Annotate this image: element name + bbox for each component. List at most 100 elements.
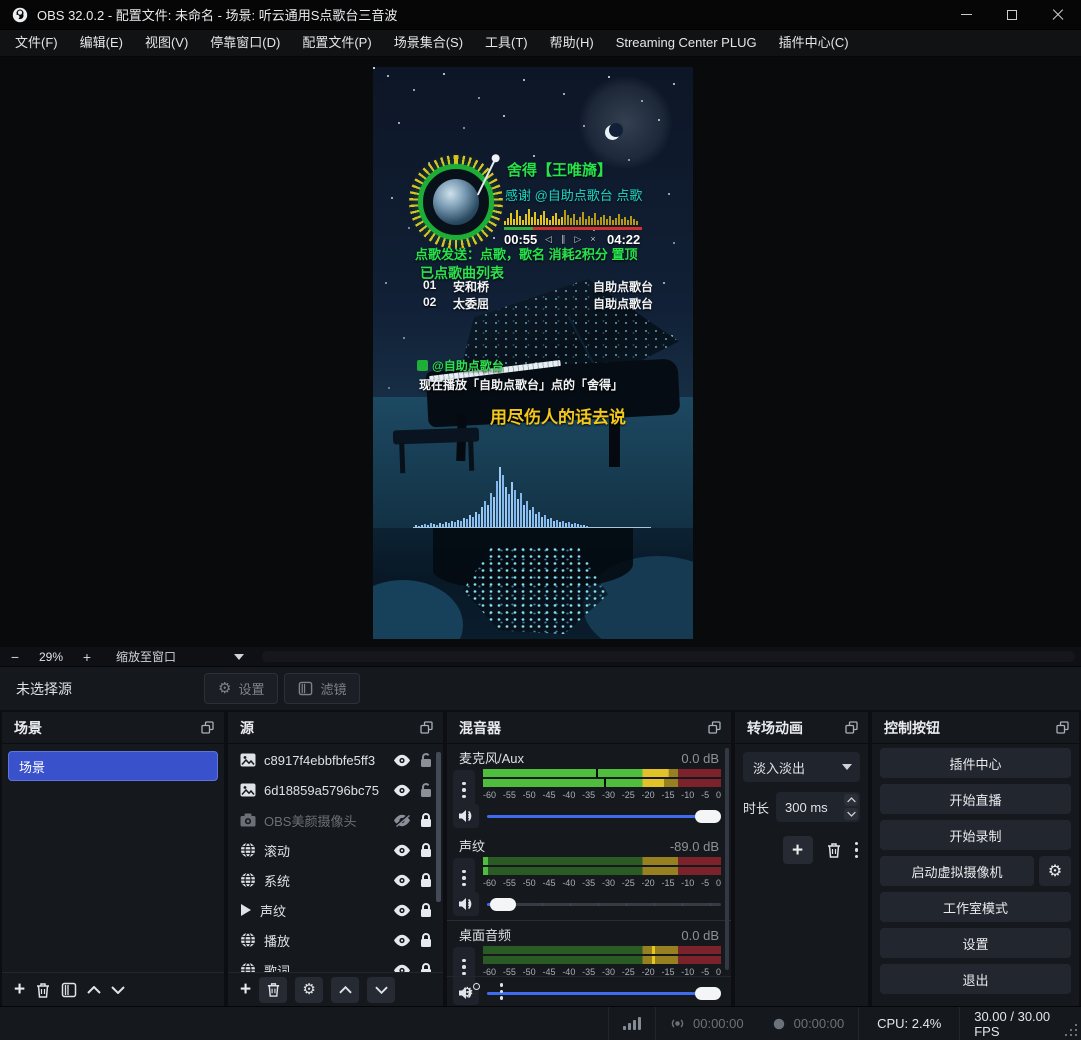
lock-icon[interactable] [419,872,433,888]
visibility-eye-icon[interactable] [393,844,411,857]
zoom-level: 29% [30,650,72,664]
volume-slider[interactable] [487,810,721,823]
close-button[interactable] [1035,0,1081,29]
add-scene-button[interactable]: + [14,980,25,999]
scene-item-selected[interactable]: 场景 [8,751,218,781]
popout-icon[interactable] [420,721,433,734]
minimize-button[interactable] [943,0,989,29]
start-virtual-camera-button[interactable]: 启动虚拟摄像机 [880,856,1034,886]
remove-scene-button[interactable] [35,982,51,998]
lock-icon[interactable] [419,842,433,858]
duration-decrease-button[interactable] [844,808,858,820]
lock-icon[interactable] [419,902,433,918]
remove-transition-button[interactable] [826,842,842,858]
lock-icon[interactable] [419,932,433,948]
volume-slider[interactable] [487,898,721,911]
duration-spinbox[interactable]: 300 ms [776,792,860,822]
transition-select[interactable]: 淡入淡出 [743,752,860,782]
preview-canvas[interactable]: 舍得【王唯旖】 感谢 @自助点歌台 点歌 00:55 ◁ ∥ ▷ × 04:22… [373,67,693,639]
advanced-audio-properties-button[interactable]: ⚙ [461,985,474,999]
menu-file[interactable]: 文件(F) [4,30,69,56]
menu-profile[interactable]: 配置文件(P) [291,30,382,56]
studio-mode-button[interactable]: 工作室模式 [880,892,1071,922]
popout-icon[interactable] [1056,721,1069,734]
mixer-dock-header[interactable]: 混音器 [447,712,731,744]
visibility-eye-icon[interactable] [393,964,411,973]
source-row[interactable]: 6d18859a5796bc75 [228,775,443,805]
zoom-out-button[interactable]: − [0,649,30,665]
transitions-dock-header[interactable]: 转场动画 [735,712,868,744]
menu-scene-collection[interactable]: 场景集合(S) [383,30,474,56]
volume-slider-handle[interactable] [490,898,516,911]
zoom-in-button[interactable]: + [72,649,102,665]
move-source-up-button[interactable] [331,977,359,1003]
popout-icon[interactable] [708,721,721,734]
menu-docks[interactable]: 停靠窗口(D) [199,30,291,56]
lock-icon[interactable] [419,962,433,972]
move-scene-up-button[interactable] [87,986,101,994]
move-source-down-button[interactable] [367,977,395,1003]
move-scene-down-button[interactable] [111,986,125,994]
source-name: 滚动 [264,841,385,860]
menu-streaming-center-plug[interactable]: Streaming Center PLUG [605,30,768,56]
popout-icon[interactable] [845,721,858,734]
remove-source-button[interactable] [259,977,287,1003]
exit-button[interactable]: 退出 [880,964,1071,994]
plugin-center-button[interactable]: 插件中心 [880,748,1071,778]
settings-button[interactable]: 设置 [880,928,1071,958]
visibility-eye-icon[interactable] [393,874,411,887]
mixer-options-button[interactable] [500,983,504,1000]
sources-scrollbar[interactable] [436,752,441,902]
preview-horizontal-scrollbar[interactable] [262,651,1075,662]
source-row[interactable]: 系统 [228,865,443,895]
cpu-usage: CPU: 2.4% [859,1007,959,1040]
visibility-eye-icon[interactable] [393,904,411,917]
source-row[interactable]: 歌词 [228,955,443,972]
source-properties-button[interactable]: ⚙ [295,977,323,1003]
scenes-dock-header[interactable]: 场景 [2,712,224,744]
popout-icon[interactable] [201,721,214,734]
add-source-button[interactable]: + [240,980,251,999]
menu-help[interactable]: 帮助(H) [539,30,605,56]
properties-button[interactable]: ⚙ 设置 [204,673,278,704]
resize-grip[interactable] [1065,1024,1077,1036]
playlist-row: 01 安和桥 自助点歌台 [423,278,653,295]
image-source-icon [240,783,256,797]
add-transition-button[interactable]: + [783,836,813,864]
volume-slider-handle[interactable] [695,810,721,823]
menu-plugin-center[interactable]: 插件中心(C) [768,30,860,56]
channel-options-button[interactable] [453,770,475,810]
source-row[interactable]: 播放 [228,925,443,955]
mixer-scrollbar[interactable] [725,748,729,970]
channel-name: 桌面音频 [459,925,511,944]
visibility-eye-icon[interactable] [393,784,411,797]
maximize-button[interactable] [989,0,1035,29]
source-row[interactable]: c8917f4ebbfbfe5ff3 [228,745,443,775]
sources-dock-header[interactable]: 源 [228,712,443,744]
transition-options-button[interactable] [855,842,859,859]
menu-tools[interactable]: 工具(T) [474,30,539,56]
duration-increase-button[interactable] [844,794,858,806]
visibility-eye-off-icon[interactable] [393,814,411,827]
controls-dock-header[interactable]: 控制按钮 [872,712,1079,744]
source-row[interactable]: 滚动 [228,835,443,865]
source-row[interactable]: 声纹 [228,895,443,925]
fit-dropdown-arrow-icon[interactable] [234,654,244,660]
visibility-eye-icon[interactable] [393,934,411,947]
channel-options-button[interactable] [453,858,475,898]
fit-to-window-select[interactable]: 缩放至窗口 [116,648,176,665]
lock-open-icon[interactable] [419,752,433,768]
menu-view[interactable]: 视图(V) [134,30,199,56]
start-recording-button[interactable]: 开始录制 [880,820,1071,850]
source-row[interactable]: OBS美颜摄像头 [228,805,443,835]
requester-tag-overlay: @自助点歌台 [417,357,504,374]
menu-edit[interactable]: 编辑(E) [69,30,134,56]
lock-icon[interactable] [419,812,433,828]
virtual-camera-settings-button[interactable]: ⚙ [1039,856,1071,886]
filters-button[interactable]: 滤镜 [284,673,360,704]
lyric-overlay: 用尽伤人的话去说 [433,403,683,428]
scene-filters-button[interactable] [61,982,77,998]
lock-open-icon[interactable] [419,782,433,798]
start-streaming-button[interactable]: 开始直播 [880,784,1071,814]
visibility-eye-icon[interactable] [393,754,411,767]
